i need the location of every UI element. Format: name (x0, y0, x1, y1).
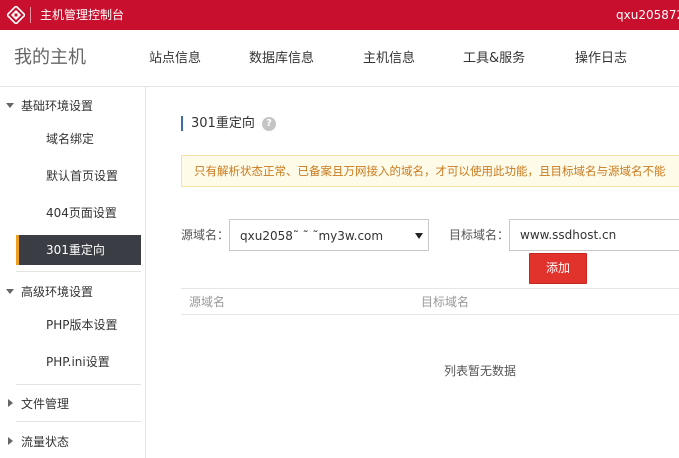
account-name[interactable]: qxu2058720 (616, 7, 679, 23)
notice-banner: 只有解析状态正常、已备案且万网接入的域名，才可以使用此功能，且目标域名与源域名不… (181, 155, 679, 187)
sidebar-item-404-page[interactable]: 404页面设置 (46, 205, 117, 221)
nav-database-info[interactable]: 数据库信息 (249, 50, 314, 67)
add-button[interactable]: 添加 (529, 253, 587, 284)
sidebar-item-domain-binding[interactable]: 域名绑定 (46, 131, 94, 147)
expand-right-icon (8, 399, 13, 407)
logo-icon[interactable] (7, 6, 25, 24)
target-domain-label: 目标域名： (449, 228, 510, 242)
sidebar-group-advanced-env[interactable]: 高级环境设置 (6, 284, 94, 300)
source-domain-select[interactable]: qxu2058˜ ˜ ˜my3w.com (229, 219, 429, 251)
brand-title: 我的主机 (14, 47, 86, 68)
title-accent-bar (181, 116, 183, 131)
sidebar-divider (16, 271, 141, 272)
sidebar-item-label: 301重定向 (46, 243, 105, 257)
source-domain-value: qxu2058˜ ˜ ˜my3w.com (240, 229, 384, 243)
sidebar-group-basic-env[interactable]: 基础环境设置 (6, 98, 94, 114)
sidebar-group-file-management[interactable]: 文件管理 (8, 396, 70, 412)
expand-right-icon (8, 437, 13, 445)
sidebar-item-php-ini[interactable]: PHP.ini设置 (46, 354, 110, 370)
top-bar: 主机管理控制台 qxu2058720 (0, 0, 679, 30)
source-domain-label: 源域名： (181, 228, 230, 242)
main-nav: 我的主机 站点信息 数据库信息 主机信息 工具&服务 操作日志 (0, 30, 679, 87)
sidebar-item-php-version[interactable]: PHP版本设置 (46, 317, 118, 333)
page-title: 301重定向 (191, 116, 255, 131)
nav-host-info[interactable]: 主机信息 (363, 50, 415, 67)
column-source-domain: 源域名 (189, 295, 226, 309)
logo-divider (30, 7, 31, 23)
sidebar-item-default-homepage[interactable]: 默认首页设置 (46, 168, 118, 184)
column-target-domain: 目标域名 (421, 295, 470, 309)
sidebar-group-label: 基础环境设置 (21, 99, 94, 113)
help-icon[interactable]: ? (262, 117, 276, 131)
nav-operation-log[interactable]: 操作日志 (575, 50, 627, 67)
target-domain-input[interactable] (509, 219, 679, 251)
sidebar-item-301-redirect[interactable]: 301重定向 (16, 235, 141, 265)
empty-state-text: 列表暂无数据 (444, 364, 517, 378)
app-title: 主机管理控制台 (40, 8, 125, 22)
sidebar-divider (16, 421, 141, 422)
expand-down-icon (6, 103, 14, 108)
notice-text: 只有解析状态正常、已备案且万网接入的域名，才可以使用此功能，且目标域名与源域名不… (194, 164, 666, 178)
nav-tools-services[interactable]: 工具&服务 (463, 50, 525, 67)
sidebar: 基础环境设置 域名绑定 默认首页设置 404页面设置 301重定向 高级环境设置… (0, 87, 146, 458)
dropdown-caret-icon (415, 233, 423, 239)
sidebar-group-label: 高级环境设置 (21, 285, 94, 299)
sidebar-divider (16, 384, 141, 385)
nav-site-info[interactable]: 站点信息 (149, 50, 201, 67)
sidebar-group-traffic-status[interactable]: 流量状态 (8, 434, 70, 450)
sidebar-group-label: 文件管理 (21, 397, 70, 411)
sidebar-group-label: 流量状态 (21, 435, 70, 449)
expand-down-icon (6, 289, 14, 294)
table-header: 源域名 目标域名 (181, 288, 679, 315)
